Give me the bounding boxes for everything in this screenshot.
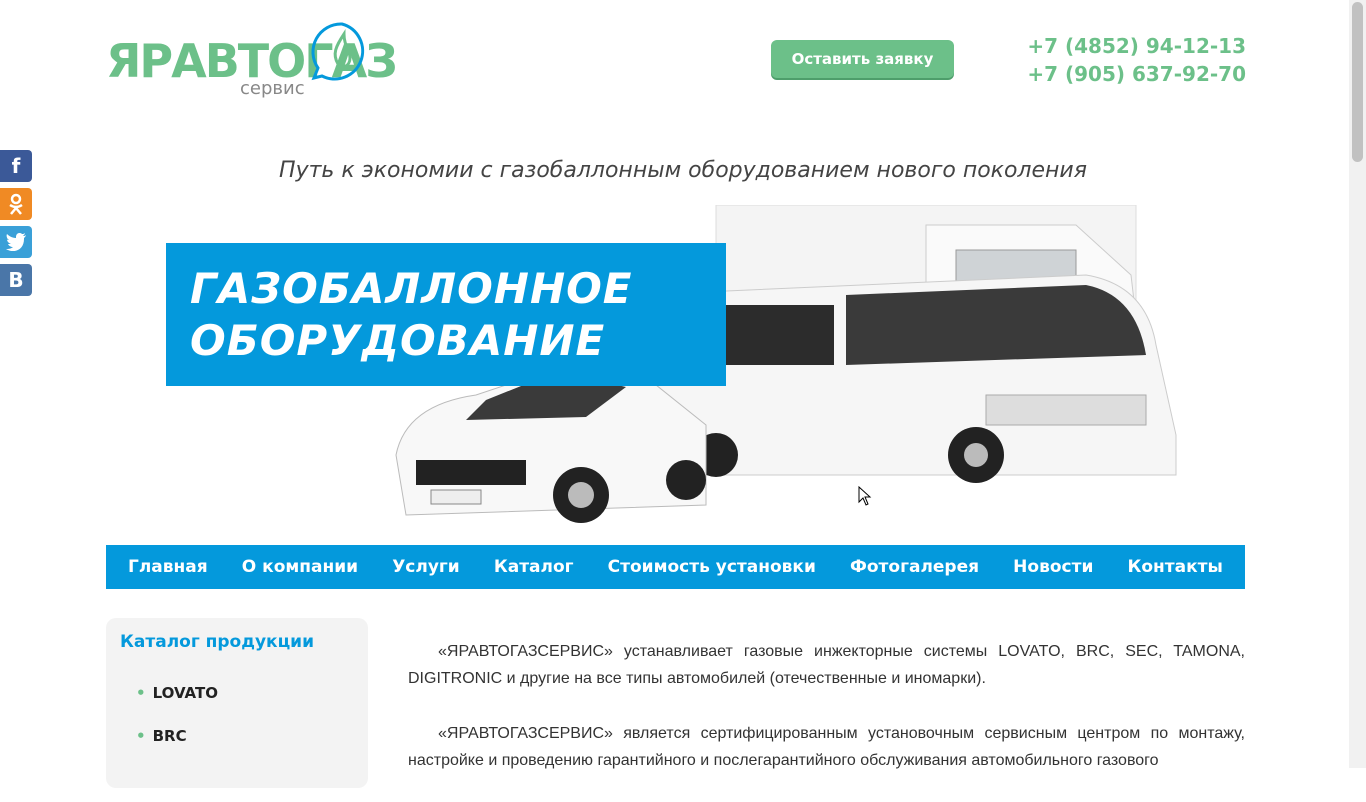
- nav-item-catalog[interactable]: Каталог: [494, 557, 574, 577]
- banner-title: ГАЗОБАЛЛОННОЕ ОБОРУДОВАНИЕ: [190, 263, 633, 367]
- banner-title-line-1: ГАЗОБАЛЛОННОЕ: [190, 264, 633, 313]
- nav-item-photo-gallery[interactable]: Фотогалерея: [850, 557, 979, 577]
- tagline: Путь к экономии с газобаллонным оборудов…: [279, 158, 1087, 183]
- main-navigation: Главная О компании Услуги Каталог Стоимо…: [106, 545, 1245, 589]
- catalog-item-label: LOVATO: [152, 684, 218, 702]
- banner-title-line-2: ОБОРУДОВАНИЕ: [190, 316, 606, 365]
- vkontakte-icon: B: [8, 268, 24, 292]
- nav-item-services[interactable]: Услуги: [392, 557, 460, 577]
- facebook-icon: f: [11, 154, 21, 178]
- main-content: «ЯРАВТОГАЗСЕРВИС» устанавливает газовые …: [408, 638, 1245, 802]
- nav-item-installation-cost[interactable]: Стоимость установки: [608, 557, 816, 577]
- odnoklassniki-icon: [9, 193, 23, 215]
- facebook-share-button[interactable]: f: [0, 150, 32, 182]
- site-logo[interactable]: ЯРАВТОГАЗ сервис: [106, 20, 398, 104]
- catalog-title: Каталог продукции: [120, 632, 314, 652]
- banner-title-box: ГАЗОБАЛЛОННОЕ ОБОРУДОВАНИЕ: [166, 243, 726, 386]
- product-catalog-sidebar: Каталог продукции • LOVATO • BRC: [106, 618, 368, 788]
- hero-banner: ГАЗОБАЛЛОННОЕ ОБОРУДОВАНИЕ: [166, 205, 1196, 530]
- content-paragraph-1: «ЯРАВТОГАЗСЕРВИС» устанавливает газовые …: [408, 643, 1245, 687]
- phone-link-2[interactable]: +7 (905) 637-92-70: [1027, 60, 1246, 88]
- odnoklassniki-share-button[interactable]: [0, 188, 32, 220]
- gas-flame-icon: [311, 22, 365, 81]
- nav-item-news[interactable]: Новости: [1013, 557, 1093, 577]
- vkontakte-share-button[interactable]: B: [0, 264, 32, 296]
- car-image: [395, 373, 707, 523]
- phone-numbers: +7 (4852) 94-12-13 +7 (905) 637-92-70: [1027, 32, 1246, 88]
- mouse-cursor-icon: [858, 486, 872, 506]
- catalog-item-label: BRC: [152, 727, 187, 745]
- catalog-item-lovato[interactable]: • LOVATO: [136, 684, 218, 702]
- nav-item-home[interactable]: Главная: [128, 557, 208, 577]
- nav-item-about[interactable]: О компании: [242, 557, 358, 577]
- catalog-item-brc[interactable]: • BRC: [136, 727, 187, 745]
- phone-link-1[interactable]: +7 (4852) 94-12-13: [1027, 32, 1246, 60]
- leave-request-button[interactable]: Оставить заявку: [771, 40, 954, 78]
- logo-subtext: сервис: [240, 78, 305, 99]
- scrollbar-thumb[interactable]: [1352, 2, 1363, 162]
- bullet-icon: •: [136, 684, 146, 702]
- twitter-share-button[interactable]: [0, 226, 32, 258]
- social-share-bar: f B: [0, 150, 32, 302]
- bullet-icon: •: [136, 727, 146, 745]
- twitter-icon: [6, 233, 26, 251]
- page-scrollbar[interactable]: [1349, 0, 1366, 768]
- nav-item-contacts[interactable]: Контакты: [1127, 557, 1222, 577]
- content-paragraph-2: «ЯРАВТОГАЗСЕРВИС» является сертифицирова…: [408, 725, 1245, 769]
